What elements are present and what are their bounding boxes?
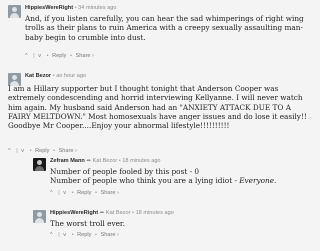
timestamp[interactable]: an hour ago	[56, 73, 86, 79]
separator: •	[94, 232, 97, 238]
upvote-button[interactable]: ^	[50, 189, 53, 197]
upvote-button[interactable]: ^	[25, 52, 28, 60]
separator: |	[58, 190, 60, 196]
separator: •	[118, 158, 121, 164]
timestamp[interactable]: 18 minutes ago	[136, 210, 174, 216]
avatar[interactable]	[33, 158, 46, 171]
timestamp[interactable]: 18 minutes ago	[122, 158, 160, 164]
reply-button[interactable]: Reply	[52, 52, 66, 60]
comment-actions: ^ | v • Reply • Share ›	[50, 189, 119, 197]
author-name[interactable]: Zefram Mann	[50, 158, 85, 164]
separator: •	[132, 210, 134, 216]
separator: |	[16, 148, 18, 154]
share-button[interactable]: Share	[101, 231, 116, 239]
comment-text: And, if you listen carefully, you can he…	[25, 14, 304, 42]
reply-arrow-icon: ➦	[99, 210, 105, 216]
separator: •	[52, 73, 55, 79]
comment-1: HippiesWereRight • 34 minutes ago And, i…	[0, 0, 320, 72]
separator: •	[74, 5, 77, 11]
share-chevron-icon[interactable]: ›	[117, 189, 119, 197]
comment-text-line1: Number of people fooled by this post - 0	[50, 167, 199, 176]
separator: •	[52, 148, 55, 154]
reply-button[interactable]: Reply	[77, 189, 91, 197]
reply-button[interactable]: Reply	[35, 147, 49, 155]
comment-3: Zefram Mann ➦ Kat Bezor • 18 minutes ago…	[0, 156, 320, 206]
share-button[interactable]: Share	[101, 189, 116, 197]
separator: •	[69, 53, 72, 59]
comment-meta: Kat Bezor • an hour ago	[25, 72, 86, 80]
comment-actions: ^ | v • Reply • Share ›	[50, 231, 119, 239]
share-chevron-icon[interactable]: ›	[117, 231, 119, 239]
comment-actions: ^ | v • Reply • Share ›	[25, 52, 94, 60]
separator: |	[58, 232, 60, 238]
timestamp[interactable]: 34 minutes ago	[78, 5, 116, 11]
separator: •	[71, 190, 74, 196]
comment-meta: Zefram Mann ➦ Kat Bezor • 18 minutes ago	[50, 157, 161, 165]
separator: •	[94, 190, 97, 196]
comment-4: HippiesWereRight ➦ Kat Bezor • 18 minute…	[0, 208, 320, 251]
author-name[interactable]: HippiesWereRight	[50, 210, 98, 216]
comment-body: And, if you listen carefully, you can he…	[25, 14, 312, 42]
downvote-button[interactable]: v	[63, 231, 66, 239]
author-name[interactable]: HippiesWereRight	[25, 5, 73, 11]
comment-meta: HippiesWereRight • 34 minutes ago	[25, 4, 116, 12]
separator: •	[46, 53, 49, 59]
reply-to-name[interactable]: Kat Bezor	[93, 158, 118, 164]
comment-body: Number of people fooled by this post - 0…	[50, 167, 312, 186]
downvote-button[interactable]: v	[38, 52, 41, 60]
reply-button[interactable]: Reply	[77, 231, 91, 239]
author-name[interactable]: Kat Bezor	[25, 73, 51, 79]
comment-actions: ^ | v • Reply • Share ›	[8, 147, 77, 155]
reply-arrow-icon: ➦	[86, 158, 92, 164]
comment-text: The worst troll ever.	[50, 219, 125, 228]
upvote-button[interactable]: ^	[50, 231, 53, 239]
separator: •	[29, 148, 32, 154]
comment-body: The worst troll ever.	[50, 219, 312, 228]
downvote-button[interactable]: v	[63, 189, 66, 197]
separator: •	[71, 232, 74, 238]
comment-text-line2: Number of people who think you are a lyi…	[50, 176, 312, 185]
avatar[interactable]	[33, 210, 46, 223]
comment-text-suffix: .	[274, 176, 277, 186]
comment-meta: HippiesWereRight ➦ Kat Bezor • 18 minute…	[50, 209, 174, 217]
share-button[interactable]: Share	[76, 52, 91, 60]
reply-to-name[interactable]: Kat Bezor	[106, 210, 131, 216]
avatar[interactable]	[8, 5, 21, 18]
separator: |	[33, 53, 35, 59]
comment-text: I am a Hillary supporter but I thought t…	[8, 84, 307, 131]
downvote-button[interactable]: v	[21, 147, 24, 155]
comment-text-emphasis: Everyone	[239, 176, 275, 186]
comment-text-prefix: Number of people who think you are a lyi…	[50, 176, 240, 186]
comment-body: I am a Hillary supporter but I thought t…	[8, 84, 310, 130]
comment-thread: HippiesWereRight • 34 minutes ago And, i…	[0, 0, 320, 251]
share-chevron-icon[interactable]: ›	[92, 52, 94, 60]
upvote-button[interactable]: ^	[8, 147, 11, 155]
share-button[interactable]: Share	[59, 147, 74, 155]
share-chevron-icon[interactable]: ›	[75, 147, 77, 155]
